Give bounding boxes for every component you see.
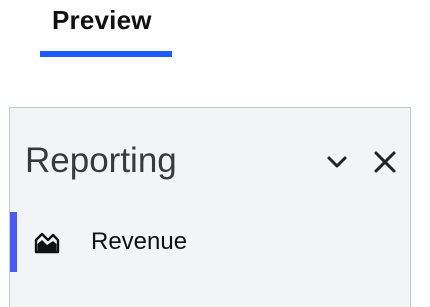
list-item-label: Revenue xyxy=(91,228,188,255)
close-button[interactable] xyxy=(370,147,400,177)
tab-preview[interactable]: Preview xyxy=(40,0,172,58)
active-tab-indicator xyxy=(40,51,172,57)
list-item-revenue[interactable]: Revenue xyxy=(10,212,410,272)
tab-preview-label: Preview xyxy=(52,5,152,35)
chevron-down-icon xyxy=(327,156,347,168)
collapse-button[interactable] xyxy=(322,147,352,177)
area-chart-icon xyxy=(34,232,60,254)
close-icon xyxy=(374,151,396,173)
panel-title: Reporting xyxy=(25,141,177,180)
active-item-indicator xyxy=(10,212,17,272)
reporting-panel: Reporting Revenue xyxy=(9,107,411,307)
